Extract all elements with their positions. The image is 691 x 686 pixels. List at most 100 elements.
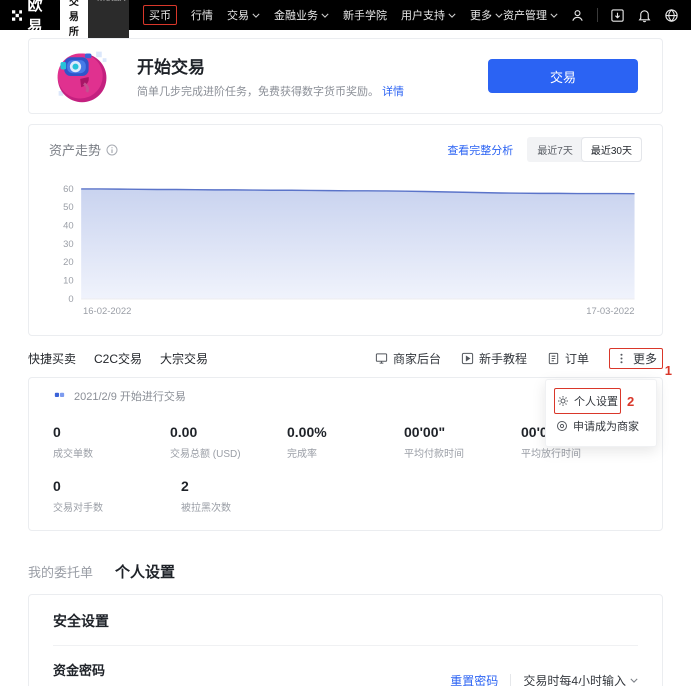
okx-logo-icon	[12, 8, 22, 23]
chevron-down-icon	[550, 13, 558, 18]
tab-block-trade[interactable]: 大宗交易	[160, 350, 208, 367]
tab-c2c-trade[interactable]: C2C交易	[94, 350, 142, 367]
nav-item-finance[interactable]: 金融业务	[274, 7, 329, 23]
tab-my-orders[interactable]: 我的委托单	[28, 562, 93, 581]
chevron-down-icon	[321, 13, 329, 18]
password-frequency-select[interactable]: 交易时每4小时输入	[523, 672, 638, 686]
trade-actions: 商家后台 新手教程 订单 更多 1	[375, 348, 663, 369]
range-7d-button[interactable]: 最近7天	[528, 138, 582, 161]
stats-wrap: 2021/2/9 开始进行交易 0 成交单数 0.00 交易总额 (USD) 0…	[28, 377, 663, 531]
full-analysis-link[interactable]: 查看完整分析	[447, 142, 513, 158]
annotation-number-1: 1	[665, 363, 672, 378]
fund-password-row: 资金密码 用于法币交易时的安全验证 重置密码 交易时每4小时输入	[53, 660, 638, 686]
stat-total-volume: 0.00 交易总额 (USD)	[170, 424, 287, 460]
okx-logo[interactable]: 欧易	[12, 0, 50, 36]
svg-text:50: 50	[63, 202, 74, 213]
trade-button[interactable]: 交易	[488, 59, 638, 93]
stat-label: 成交单数	[53, 445, 170, 460]
personal-settings-label: 个人设置	[574, 393, 618, 409]
info-icon[interactable]	[106, 144, 118, 156]
start-subtitle: 简单几步完成进阶任务，免费获得数字货币奖励。 详情	[137, 83, 404, 99]
more-actions-label: 更多	[633, 350, 657, 367]
menu-item-become-merchant[interactable]: 申请成为商家	[554, 414, 648, 438]
range-30d-button[interactable]: 最近30天	[582, 138, 641, 161]
fund-password-block: 资金密码 用于法币交易时的安全验证	[53, 660, 173, 686]
svg-text:0: 0	[68, 294, 73, 305]
asset-chart-svg: 605040302010016-02-202217-03-2022	[49, 172, 644, 322]
nav-item-markets[interactable]: 行情	[191, 7, 213, 23]
logo-text: 欧易	[27, 0, 49, 36]
stat-value: 2	[181, 478, 309, 494]
more-actions-button[interactable]: 更多 1	[609, 348, 663, 369]
mascot-image	[53, 46, 113, 106]
tutorial-button[interactable]: 新手教程	[461, 350, 527, 367]
nav-right: 资产管理	[503, 7, 679, 23]
bell-icon[interactable]	[637, 8, 652, 23]
nav-divider	[597, 8, 598, 22]
start-title: 开始交易	[137, 53, 404, 78]
tab-personal-settings[interactable]: 个人设置	[115, 561, 175, 582]
globe-icon[interactable]	[664, 8, 679, 23]
chart-body: 605040302010016-02-202217-03-2022	[49, 172, 642, 327]
range-toggle: 最近7天 最近30天	[527, 137, 642, 162]
stat-value: 00'00"	[404, 424, 521, 440]
orders-label: 订单	[565, 350, 589, 367]
order-icon	[547, 352, 560, 365]
svg-text:16-02-2022: 16-02-2022	[83, 306, 131, 317]
user-icon[interactable]	[570, 8, 585, 23]
detail-link[interactable]: 详情	[382, 86, 404, 98]
asset-chart-card: 资产走势 查看完整分析 最近7天 最近30天 605040302010016-0…	[28, 124, 663, 336]
nav-menu: 买币 行情 交易 金融业务 新手学院 用户支持 更多	[143, 5, 503, 25]
nav-item-academy[interactable]: 新手学院	[343, 7, 387, 23]
svg-text:40: 40	[63, 220, 74, 231]
asset-manage-label: 资产管理	[503, 7, 547, 23]
menu-item-personal-settings[interactable]: 个人设置	[554, 388, 621, 414]
chart-actions: 查看完整分析 最近7天 最近30天	[447, 137, 642, 162]
stat-completion-rate: 0.00% 完成率	[287, 424, 404, 460]
start-desc: 简单几步完成进阶任务，免费获得数字货币奖励。	[137, 86, 379, 98]
section-tabs: 我的委托单 个人设置	[28, 561, 663, 582]
start-trading-card: 开始交易 简单几步完成进阶任务，免费获得数字货币奖励。 详情 交易	[28, 38, 663, 114]
fund-password-title: 资金密码	[53, 660, 173, 679]
calendar-icon	[53, 390, 66, 403]
orders-button[interactable]: 订单	[547, 350, 589, 367]
toggle-exchange[interactable]: 交易所	[60, 0, 88, 41]
security-settings-card: 安全设置 资金密码 用于法币交易时的安全验证 重置密码 交易时每4小时输入	[28, 594, 663, 686]
stat-counterparties: 0 交易对手数	[53, 478, 181, 514]
start-text-block: 开始交易 简单几步完成进阶任务，免费获得数字货币奖励。 详情	[137, 53, 404, 99]
chevron-down-icon	[630, 678, 638, 683]
chevron-down-icon	[495, 13, 503, 18]
trade-tabs: 快捷买卖 C2C交易 大宗交易	[28, 350, 208, 367]
trade-tab-row: 快捷买卖 C2C交易 大宗交易 商家后台 新手教程 订单	[28, 348, 663, 369]
svg-text:17-03-2022: 17-03-2022	[586, 306, 634, 317]
stat-value: 0	[53, 478, 181, 494]
nav-item-buy-crypto[interactable]: 买币	[143, 5, 177, 25]
page-content: 开始交易 简单几步完成进阶任务，免费获得数字货币奖励。 详情 交易 资产走势 查…	[0, 38, 691, 686]
stat-label: 交易对手数	[53, 499, 181, 514]
merchant-console-button[interactable]: 商家后台	[375, 350, 441, 367]
reset-password-link[interactable]: 重置密码	[450, 672, 498, 686]
nav-item-trade[interactable]: 交易	[227, 7, 260, 23]
nav-item-more[interactable]: 更多	[470, 7, 503, 23]
svg-text:10: 10	[63, 276, 74, 287]
stats-row-2: 0 交易对手数 2 被拉黑次数	[53, 478, 638, 514]
fund-password-actions: 重置密码 交易时每4小时输入	[450, 672, 638, 686]
toggle-metax[interactable]: MetaX	[88, 0, 129, 41]
chart-header: 资产走势 查看完整分析 最近7天 最近30天	[49, 137, 642, 162]
chart-title: 资产走势	[49, 140, 101, 159]
merchant-console-label: 商家后台	[393, 350, 441, 367]
tab-express-trade[interactable]: 快捷买卖	[28, 350, 76, 367]
asset-manage-menu[interactable]: 资产管理	[503, 7, 558, 23]
download-icon[interactable]	[610, 8, 625, 23]
storefront-icon	[375, 352, 388, 365]
stat-label: 平均付款时间	[404, 445, 521, 460]
stat-label: 被拉黑次数	[181, 499, 309, 514]
nav-item-support[interactable]: 用户支持	[401, 7, 456, 23]
nav-item-more-label: 更多	[470, 7, 492, 23]
stat-label: 平均放行时间	[521, 445, 638, 460]
nav-item-finance-label: 金融业务	[274, 7, 318, 23]
gear-icon	[557, 395, 569, 407]
stat-value: 0.00%	[287, 424, 404, 440]
stat-value: 0.00	[170, 424, 287, 440]
chart-title-wrap: 资产走势	[49, 140, 118, 159]
